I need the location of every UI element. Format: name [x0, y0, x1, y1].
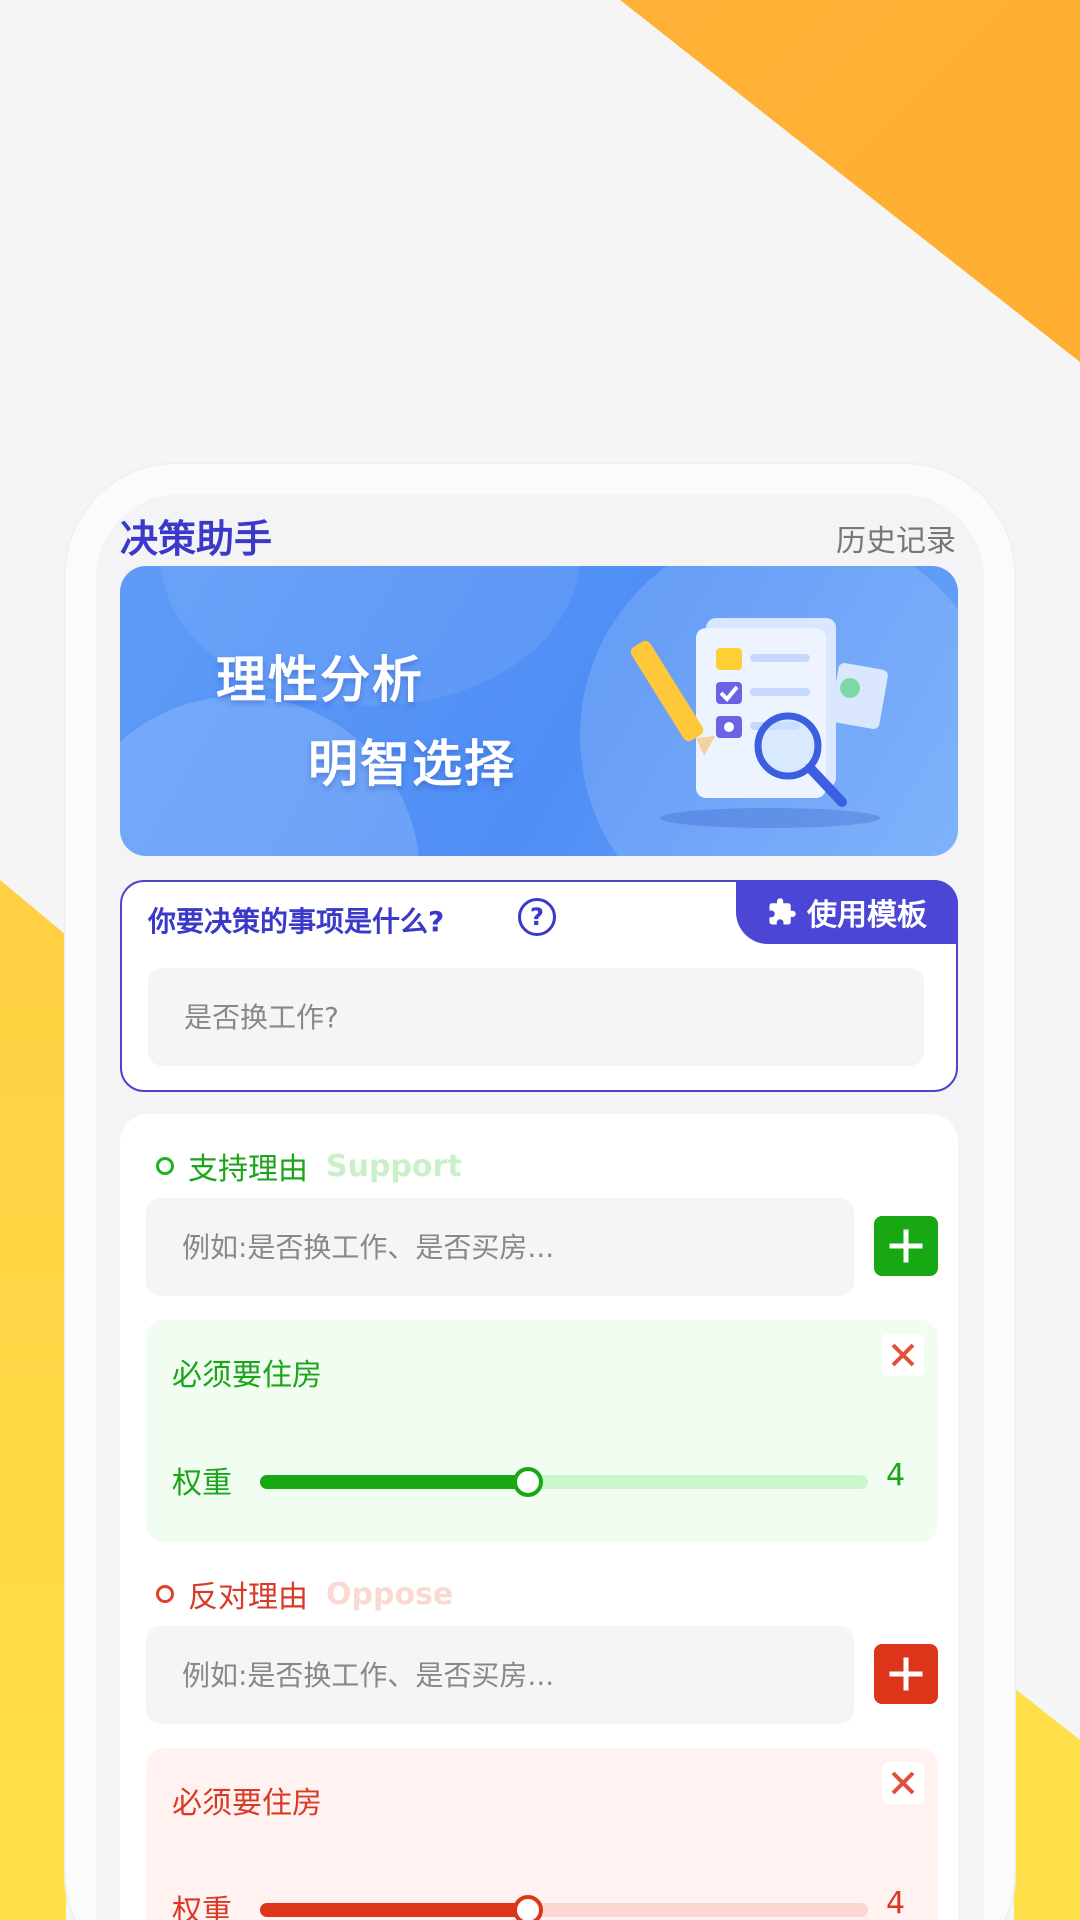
use-template-button[interactable]: 使用模板	[736, 880, 958, 944]
question-label: 你要决策的事项是什么?	[148, 905, 445, 938]
support-item-card: 必须要住房 权重 4	[146, 1320, 938, 1542]
oppose-weight-fill	[260, 1903, 528, 1917]
support-weight-thumb[interactable]	[512, 1467, 543, 1497]
plus-icon	[889, 1657, 923, 1691]
oppose-item-delete-button[interactable]	[882, 1762, 924, 1804]
close-icon	[891, 1771, 915, 1795]
support-weight-label: 权重	[172, 1466, 232, 1501]
support-section-header: 支持理由 Support	[156, 1144, 462, 1188]
puzzle-icon	[769, 898, 796, 925]
oppose-title: 反对理由	[188, 1580, 308, 1615]
support-subtitle: Support	[326, 1148, 462, 1184]
checklist-illustration-icon	[630, 618, 888, 828]
oppose-section-header: 反对理由 Oppose	[156, 1572, 453, 1616]
support-dot-icon	[156, 1157, 174, 1175]
support-reason-input[interactable]	[146, 1198, 854, 1296]
oppose-weight-thumb[interactable]	[512, 1895, 543, 1920]
use-template-label: 使用模板	[807, 898, 927, 933]
add-support-button[interactable]	[874, 1216, 938, 1276]
close-icon	[891, 1343, 915, 1367]
hero-banner: 理性分析 明智选择	[120, 566, 958, 856]
oppose-item-card: 必须要住房 权重 4	[146, 1748, 938, 1920]
history-link[interactable]: 历史记录	[836, 516, 956, 560]
oppose-weight-value: 4	[886, 1886, 906, 1920]
add-oppose-button[interactable]	[874, 1644, 938, 1704]
oppose-reason-input[interactable]	[146, 1626, 854, 1724]
support-weight-value: 4	[886, 1458, 906, 1493]
oppose-weight-slider[interactable]	[260, 1895, 868, 1920]
banner-slogan-line2: 明智选择	[308, 735, 516, 793]
reasons-card: 支持理由 Support 必须要住房 权重 4 反对理由 Oppose	[120, 1114, 958, 1920]
oppose-dot-icon	[156, 1585, 174, 1603]
question-help-icon[interactable]: ?	[518, 898, 556, 936]
plus-icon	[889, 1229, 923, 1263]
banner-slogan-line1: 理性分析	[216, 651, 424, 709]
app-title: 决策助手	[120, 517, 273, 561]
support-item-delete-button[interactable]	[882, 1334, 924, 1376]
support-title: 支持理由	[188, 1152, 308, 1187]
question-card: 你要决策的事项是什么? ? 使用模板	[120, 880, 958, 1092]
support-item-text: 必须要住房	[172, 1358, 322, 1393]
oppose-weight-label: 权重	[172, 1894, 232, 1920]
app-screen: 决策助手 历史记录 理性分析 明智选择 你要决策的事项是什么? ? 使用模板 是…	[96, 494, 984, 1920]
oppose-subtitle: Oppose	[326, 1576, 454, 1612]
support-weight-slider[interactable]	[260, 1467, 868, 1497]
support-weight-fill	[260, 1475, 528, 1489]
decision-question-input[interactable]	[148, 968, 924, 1066]
oppose-item-text: 必须要住房	[172, 1786, 322, 1821]
